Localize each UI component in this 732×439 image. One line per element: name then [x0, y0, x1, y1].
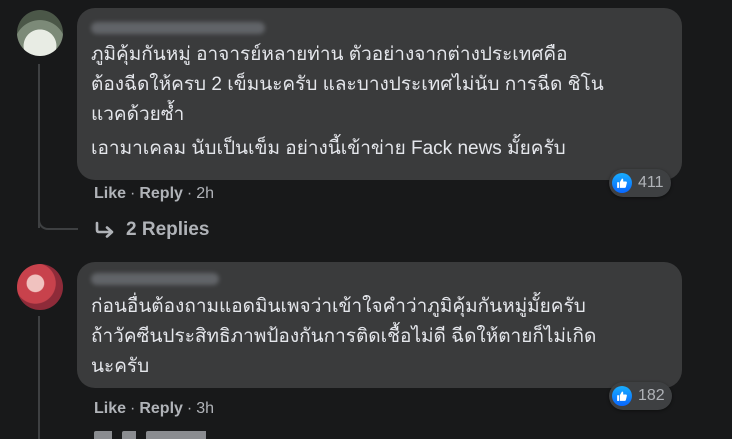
comment-bubble: ก่อนอื่นต้องถามแอดมินเพจว่าเข้าใจคำว่าภู…	[77, 262, 682, 388]
reply-button[interactable]: Reply	[139, 400, 183, 418]
comment-line: นะครับ	[91, 356, 150, 377]
reaction-count: 411	[638, 174, 664, 191]
like-thumbs-up-icon	[612, 173, 632, 193]
comment-line: ก่อนอื่นต้องถามแอดมินเพจว่าเข้าใจคำว่าภู…	[91, 296, 586, 317]
separator-dot: ·	[130, 185, 136, 202]
clipped-replies-link[interactable]	[94, 431, 206, 439]
separator-dot: ·	[130, 400, 136, 417]
reply-arrow-icon	[94, 221, 116, 239]
reply-button[interactable]: Reply	[139, 185, 183, 203]
clipped-glyph	[122, 431, 136, 439]
comment-line: เอามาเคลม นับเป็นเข็ม อย่างนี้เข้าข่าย F…	[91, 138, 566, 159]
like-thumbs-up-icon	[612, 386, 632, 406]
comment-timestamp[interactable]: 3h	[196, 400, 214, 418]
comment-line: ภูมิคุ้มกันหมู่ อาจารย์หลายท่าน ตัวอย่าง…	[91, 44, 568, 65]
clipped-glyph	[94, 431, 112, 439]
reaction-count-badge[interactable]: 411	[609, 169, 671, 197]
thread-elbow	[38, 212, 78, 230]
separator-dot: ·	[186, 185, 193, 202]
avatar[interactable]	[17, 10, 63, 56]
redacted-author-name[interactable]	[91, 22, 265, 34]
replies-label: 2 Replies	[126, 219, 210, 240]
comment-text: ก่อนอื่นต้องถามแอดมินเพจว่าเข้าใจคำว่าภู…	[91, 292, 670, 382]
reaction-count: 182	[638, 387, 665, 404]
comment-line: แวคด้วยซ้ำ	[91, 104, 185, 125]
view-replies-button[interactable]: 2 Replies	[94, 219, 209, 241]
thread-line	[38, 64, 40, 228]
thread-line	[38, 316, 40, 439]
comment-paragraph: ก่อนอื่นต้องถามแอดมินเพจว่าเข้าใจคำว่าภู…	[91, 292, 670, 382]
comment-actions: Like · Reply · 2h	[94, 185, 214, 203]
like-button[interactable]: Like	[94, 400, 126, 418]
comment-line: ถ้าวัคซีนประสิทธิภาพป้องกันการติดเชื้อไม…	[91, 326, 597, 347]
like-button[interactable]: Like	[94, 185, 126, 203]
comment-paragraph: เอามาเคลม นับเป็นเข็ม อย่างนี้เข้าข่าย F…	[91, 134, 670, 164]
avatar[interactable]	[17, 264, 63, 310]
comment-actions: Like · Reply · 3h	[94, 400, 214, 418]
comment-timestamp[interactable]: 2h	[196, 185, 214, 203]
separator-dot: ·	[186, 400, 193, 417]
reaction-count-badge[interactable]: 182	[609, 382, 672, 410]
clipped-glyph	[146, 431, 206, 439]
comment-bubble: ภูมิคุ้มกันหมู่ อาจารย์หลายท่าน ตัวอย่าง…	[77, 8, 682, 180]
comment-paragraph: ภูมิคุ้มกันหมู่ อาจารย์หลายท่าน ตัวอย่าง…	[91, 40, 670, 130]
comment-line: ต้องฉีดให้ครบ 2 เข็มนะครับ และบางประเทศไ…	[91, 74, 604, 95]
comment-text: ภูมิคุ้มกันหมู่ อาจารย์หลายท่าน ตัวอย่าง…	[91, 40, 670, 164]
redacted-author-name[interactable]	[91, 273, 219, 285]
